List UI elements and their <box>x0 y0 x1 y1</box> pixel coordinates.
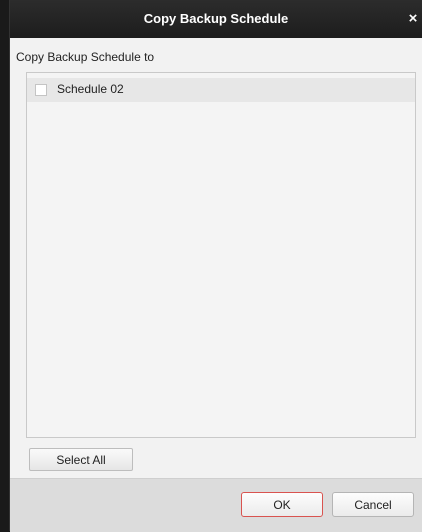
schedule-list: Schedule 02 <box>26 72 416 438</box>
dialog-footer: OK Cancel <box>10 478 422 532</box>
ok-button[interactable]: OK <box>241 492 323 517</box>
list-item[interactable]: Schedule 02 <box>27 78 415 102</box>
cancel-button[interactable]: Cancel <box>332 492 414 517</box>
section-label: Copy Backup Schedule to <box>16 50 155 64</box>
schedule-checkbox[interactable] <box>35 84 47 96</box>
dialog-title: Copy Backup Schedule <box>143 11 289 26</box>
title-bar: Copy Backup Schedule × <box>10 0 422 38</box>
close-icon[interactable]: × <box>406 11 420 26</box>
copy-backup-schedule-dialog: Copy Backup Schedule × Copy Backup Sched… <box>9 0 422 532</box>
select-all-button[interactable]: Select All <box>29 448 133 471</box>
schedule-label: Schedule 02 <box>57 82 124 96</box>
